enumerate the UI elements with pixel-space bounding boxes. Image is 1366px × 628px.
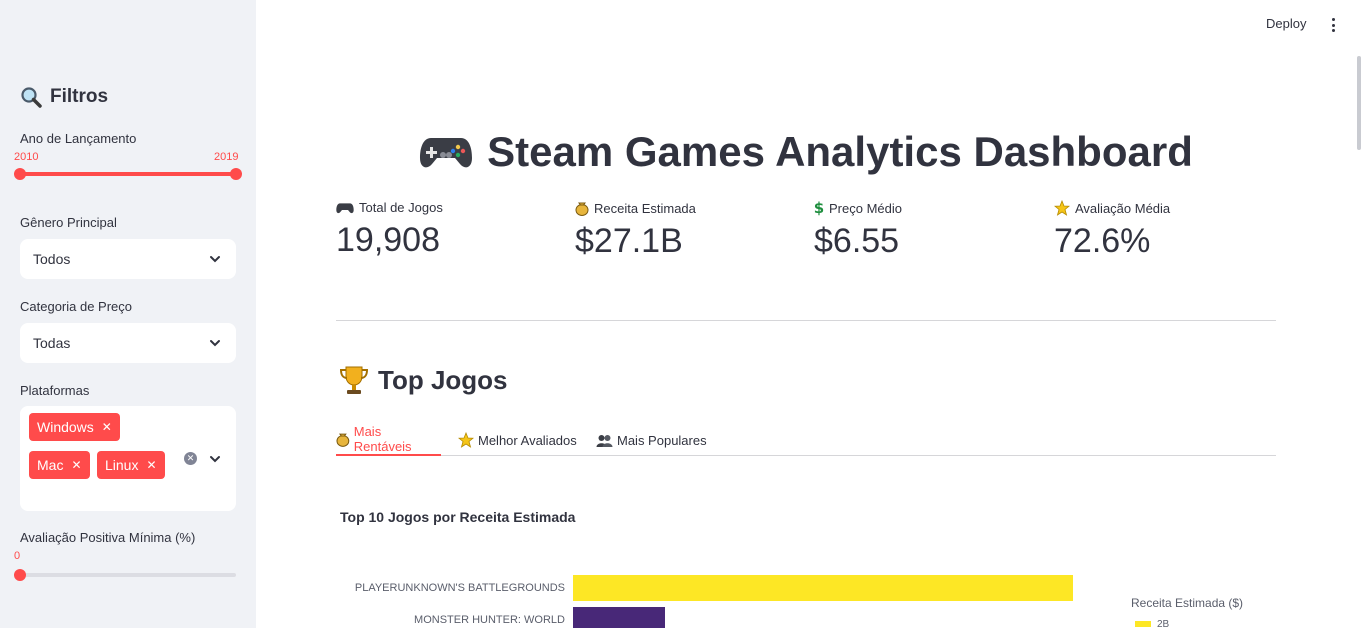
metric-label: Preço Médio	[829, 200, 902, 216]
metric-label: Receita Estimada	[594, 200, 696, 216]
rating-slider-label: Avaliação Positiva Mínima (%)	[20, 530, 196, 545]
metric-value: $6.55	[814, 222, 900, 260]
sidebar-title: Filtros	[20, 86, 108, 108]
people-icon	[596, 434, 613, 447]
remove-chip-icon[interactable]: ✕	[146, 458, 156, 472]
remove-chip-icon[interactable]: ✕	[102, 420, 112, 434]
clear-all-icon[interactable]: ✕	[184, 452, 197, 465]
game-controller-icon	[420, 138, 473, 168]
year-slider-label: Ano de Lançamento	[20, 131, 137, 146]
rating-slider-value: 0	[14, 550, 21, 562]
metric-value: 19,908	[336, 221, 440, 259]
trophy-icon	[339, 366, 369, 394]
genre-select-label: Gênero Principal	[20, 215, 117, 230]
metric-revenue: Receita Estimada $27.1B	[575, 200, 696, 261]
section-title-text: Top Jogos	[378, 364, 508, 395]
chevron-down-icon	[210, 340, 220, 347]
chart-title: Top 10 Jogos por Receita Estimada	[340, 509, 576, 525]
bar-label: MONSTER HUNTER: WORLD	[414, 614, 565, 626]
metric-value: $27.1B	[575, 222, 683, 260]
metric-label: Total de Jogos	[359, 200, 443, 215]
year-slider-track[interactable]	[20, 172, 236, 176]
legend-title: Receita Estimada ($)	[1131, 596, 1244, 610]
bar[interactable]	[573, 607, 665, 628]
svg-text:$: $	[814, 200, 824, 216]
game-controller-icon	[336, 202, 354, 213]
genre-select-value: Todos	[33, 251, 71, 267]
bar[interactable]	[573, 575, 1073, 601]
rating-slider-track[interactable]	[20, 573, 236, 577]
magnifier-icon	[21, 87, 42, 108]
year-slider-min-thumb[interactable]	[14, 168, 26, 180]
price-select[interactable]: Todas	[20, 323, 236, 363]
tab-mais-rentaveis[interactable]: Mais Rentáveis	[336, 424, 441, 456]
price-select-value: Todas	[33, 335, 71, 351]
chevron-down-icon[interactable]	[208, 452, 222, 466]
divider	[336, 320, 1276, 321]
star-icon	[458, 432, 474, 448]
year-slider-max-thumb[interactable]	[230, 168, 242, 180]
section-title: Top Jogos	[338, 364, 508, 396]
remove-chip-icon[interactable]: ✕	[71, 458, 81, 472]
page-title-text: Steam Games Analytics Dashboard	[487, 128, 1193, 175]
legend-swatch	[1135, 621, 1151, 627]
tab-bar: Mais Rentáveis Melhor Avaliados Mais Pop…	[336, 420, 1276, 456]
platform-chip-linux[interactable]: Linux ✕	[97, 451, 165, 479]
metric-label: Avaliação Média	[1075, 200, 1171, 216]
metric-value: 72.6%	[1054, 222, 1151, 260]
year-slider-max-value: 2019	[214, 151, 239, 163]
platform-chip-windows[interactable]: Windows ✕	[29, 413, 120, 441]
money-bag-icon	[575, 202, 589, 216]
tab-melhor-avaliados[interactable]: Melhor Avaliados	[458, 424, 577, 456]
bar-label: PLAYERUNKNOWN'S BATTLEGROUNDS	[354, 582, 565, 594]
legend-tick-label: 2B	[1157, 619, 1170, 628]
star-icon	[1054, 200, 1070, 216]
money-bag-icon	[336, 433, 350, 447]
rating-slider-thumb[interactable]	[14, 569, 26, 581]
price-select-label: Categoria de Preço	[20, 299, 133, 314]
platform-chip-mac[interactable]: Mac ✕	[29, 451, 90, 479]
platforms-multiselect[interactable]: Windows ✕ Mac ✕ Linux ✕ ✕	[20, 406, 236, 511]
dollar-icon: $	[814, 200, 824, 216]
metric-avg-price: $ Preço Médio $6.55	[814, 200, 902, 261]
page-title: Steam Games Analytics Dashboard	[336, 128, 1276, 176]
chevron-down-icon	[210, 256, 220, 263]
platforms-label: Plataformas	[20, 383, 90, 398]
metric-total-games: Total de Jogos 19,908	[336, 200, 443, 260]
year-slider-min-value: 2010	[14, 151, 39, 163]
scrollbar[interactable]	[1357, 56, 1361, 150]
genre-select[interactable]: Todos	[20, 239, 236, 279]
tab-mais-populares[interactable]: Mais Populares	[596, 424, 707, 456]
sidebar: Filtros Ano de Lançamento 2010 2019 Gêne…	[0, 0, 256, 628]
sidebar-title-text: Filtros	[50, 86, 109, 107]
deploy-button[interactable]: Deploy	[1266, 16, 1306, 31]
more-options-icon[interactable]	[1326, 16, 1340, 34]
metric-avg-rating: Avaliação Média 72.6%	[1054, 200, 1170, 261]
